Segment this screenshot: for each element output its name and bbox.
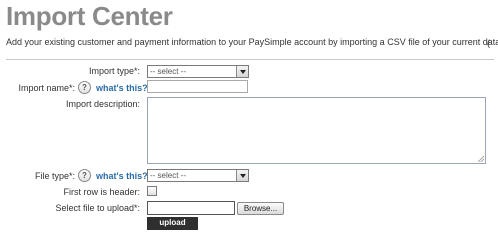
page-title: Import Center bbox=[6, 1, 173, 31]
import-name-help-link[interactable]: what's this? bbox=[96, 83, 148, 93]
first-row-header-label: First row is header: bbox=[63, 187, 140, 197]
browse-button[interactable]: Browse... bbox=[237, 202, 284, 215]
question-circle-icon[interactable]: ? bbox=[78, 81, 91, 94]
import-type-select[interactable]: -- select -- bbox=[147, 65, 249, 78]
file-type-help-link[interactable]: what's this? bbox=[96, 171, 148, 181]
first-row-header-checkbox[interactable] bbox=[147, 186, 157, 196]
file-type-select[interactable]: -- select -- bbox=[147, 169, 249, 182]
import-type-selected: -- select -- bbox=[150, 67, 186, 76]
resize-grip-icon[interactable] bbox=[478, 156, 484, 162]
file-type-selected: -- select -- bbox=[150, 171, 186, 180]
file-upload-label: Select file to upload*: bbox=[55, 203, 140, 213]
import-name-label: Import name*: bbox=[18, 83, 75, 93]
import-name-input[interactable] bbox=[147, 80, 248, 93]
intro-text: Add your existing customer and payment i… bbox=[6, 37, 498, 47]
chevron-down-icon bbox=[236, 170, 248, 181]
file-type-label: File type*: bbox=[34, 171, 75, 181]
file-path-input[interactable] bbox=[147, 201, 235, 215]
import-description-label: Import description: bbox=[65, 99, 140, 109]
question-circle-icon[interactable]: ? bbox=[78, 169, 91, 182]
import-type-label: Import type*: bbox=[88, 66, 140, 76]
intro-trailing-mark: ( bbox=[487, 38, 490, 48]
chevron-down-icon bbox=[236, 66, 248, 77]
divider bbox=[6, 59, 494, 60]
import-description-textarea[interactable] bbox=[147, 97, 486, 164]
upload-button[interactable]: upload bbox=[147, 217, 198, 230]
